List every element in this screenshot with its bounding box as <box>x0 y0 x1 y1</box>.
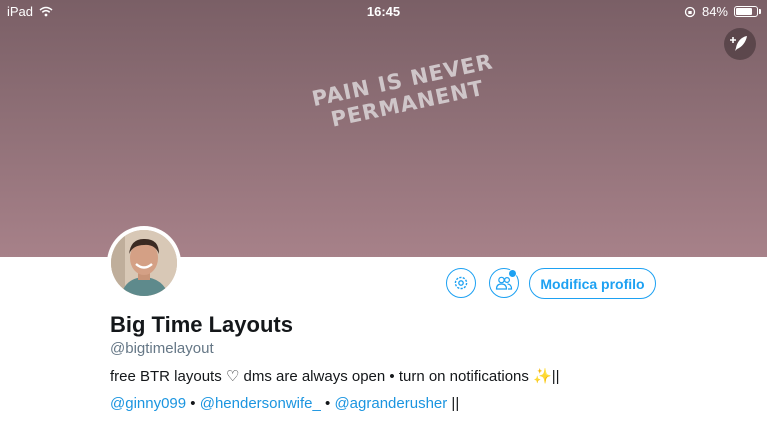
mention-link-ginny099[interactable]: @ginny099 <box>110 395 186 412</box>
status-bar: iPad 16:45 84% <box>0 0 767 22</box>
banner-artwork-text: PAIN IS NEVER PERMANENT <box>278 43 533 142</box>
handle: @bigtimelayout <box>110 340 214 357</box>
feather-plus-icon <box>730 36 747 51</box>
avatar[interactable] <box>107 226 181 300</box>
edit-profile-button[interactable]: Modifica profilo <box>529 268 656 299</box>
bio-line2: @ginny099 • @hendersonwife_ • @agranderu… <box>110 395 459 412</box>
rotation-lock-icon <box>684 6 696 17</box>
profile-banner[interactable]: PAIN IS NEVER PERMANENT <box>0 0 767 257</box>
settings-button[interactable] <box>446 268 476 298</box>
bio-separator: • <box>186 395 200 412</box>
status-right: 84% <box>684 4 761 19</box>
mention-link-agranderusher[interactable]: @agranderusher <box>334 395 447 412</box>
compose-tweet-button[interactable] <box>724 28 756 60</box>
people-button[interactable] <box>489 268 519 298</box>
gear-icon <box>454 276 468 290</box>
notification-dot <box>508 269 517 278</box>
mention-link-hendersonwife[interactable]: @hendersonwife_ <box>200 395 321 412</box>
bio-line1: free BTR layouts ♡ dms are always open •… <box>110 368 560 385</box>
bio-line2-suffix: || <box>447 395 460 412</box>
battery-icon <box>734 6 758 17</box>
bio-separator: • <box>320 395 335 412</box>
avatar-image <box>111 230 177 296</box>
battery-percentage: 84% <box>701 4 728 19</box>
display-name: Big Time Layouts <box>110 312 293 337</box>
battery-level-fill <box>736 8 753 15</box>
battery-cap <box>759 9 761 14</box>
status-time: 16:45 <box>366 4 401 19</box>
